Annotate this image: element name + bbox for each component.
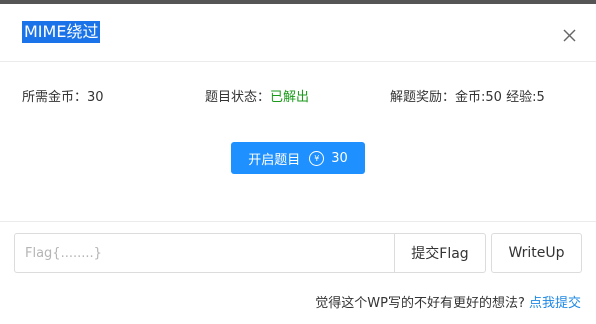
reward-info: 解题奖励：金币:50 经验:5 [390, 88, 545, 108]
dialog-header: MIME绕过 [0, 4, 596, 62]
cost-info: 所需金币：30 [22, 88, 104, 108]
flag-input[interactable] [14, 233, 395, 273]
challenge-dialog: MIME绕过 所需金币：30 题目状态：已解出 解题奖励：金币:50 经验:5 … [0, 4, 596, 324]
divider [0, 221, 596, 222]
footer-prompt: 觉得这个WP写的不好有更好的想法? 点我提交 [315, 294, 581, 314]
submit-flag-button[interactable]: 提交Flag [394, 233, 486, 273]
reward-value: 金币:50 经验:5 [455, 90, 545, 105]
yen-coin-icon: ¥ [309, 150, 325, 166]
submit-writeup-link[interactable]: 点我提交 [529, 296, 581, 311]
cost-label: 所需金币： [22, 90, 88, 105]
writeup-button[interactable]: WriteUp [491, 233, 582, 273]
cost-value: 30 [87, 90, 104, 105]
status-badge: 已解出 [270, 90, 310, 105]
dialog-title: MIME绕过 [22, 21, 101, 43]
footer-question: 觉得这个WP写的不好有更好的想法? [315, 296, 525, 311]
status-info: 题目状态：已解出 [205, 88, 309, 108]
open-challenge-cost: 30 [331, 150, 348, 166]
open-challenge-label: 开启题目 [248, 152, 301, 168]
open-challenge-button[interactable]: 开启题目 ¥ 30 [231, 142, 365, 174]
status-label: 题目状态： [205, 90, 271, 105]
close-icon[interactable] [559, 24, 581, 46]
reward-label: 解题奖励： [390, 90, 456, 105]
